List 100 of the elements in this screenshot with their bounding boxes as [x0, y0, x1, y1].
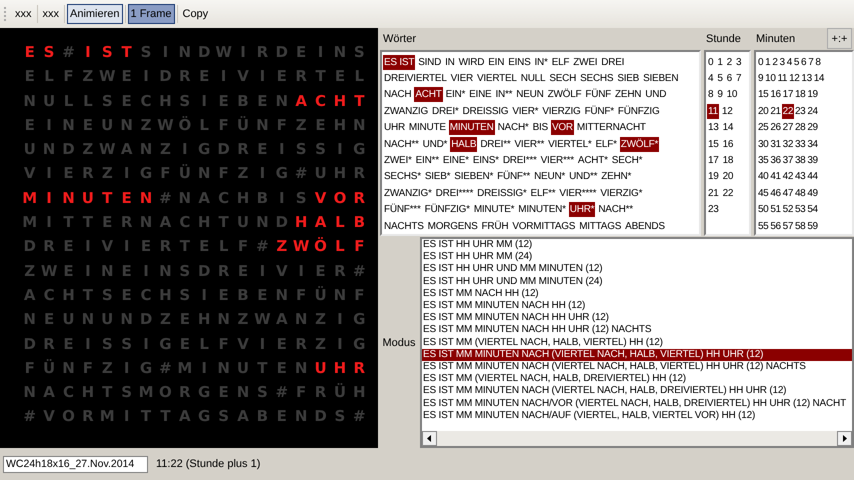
minute-number[interactable]: 35 [757, 153, 770, 168]
minute-number[interactable]: 34 [806, 136, 819, 152]
minute-number[interactable]: 29 [806, 120, 819, 136]
hour-number[interactable]: 18 [722, 153, 734, 168]
word-token[interactable]: ZWEI* [383, 153, 413, 168]
minute-number[interactable]: 5 [792, 54, 800, 70]
hour-number[interactable]: 22 [722, 186, 734, 201]
word-token[interactable]: WIRD [458, 54, 486, 70]
minute-number[interactable]: 44 [806, 169, 819, 184]
minute-number[interactable]: 56 [769, 218, 782, 234]
word-token[interactable]: VORMITTAGS [511, 218, 576, 234]
word-token[interactable]: ZWÖLF [546, 87, 582, 102]
mode-item[interactable]: ES IST MM NACH HH (12) [422, 288, 852, 300]
hour-number[interactable]: 1 [716, 54, 724, 70]
minute-number[interactable]: 31 [769, 136, 782, 152]
word-token[interactable]: EINE* [442, 153, 470, 168]
word-token[interactable]: DREI* [430, 104, 460, 119]
minute-number[interactable]: 13 [800, 71, 813, 86]
scroll-right-icon[interactable] [837, 431, 852, 446]
word-token[interactable]: VIER* [511, 104, 540, 119]
minute-number[interactable]: 11 [776, 71, 788, 86]
word-token[interactable]: EINS* [472, 153, 500, 168]
word-token[interactable]: ACHT [414, 87, 443, 102]
minute-number[interactable]: 40 [757, 169, 770, 184]
minute-number[interactable]: 45 [757, 186, 770, 201]
minute-number[interactable]: 9 [757, 71, 764, 86]
word-token[interactable]: SIEBEN [642, 71, 680, 86]
mode-item[interactable]: ES IST MM MINUTEN NACH (VIERTEL NACH, HALB, VIERTEL) HH UHR (12) NACHTS [422, 361, 852, 374]
word-token[interactable]: ZWANZIG* [383, 186, 433, 201]
toolbar-button[interactable]: Copy [180, 4, 212, 24]
word-token[interactable]: EINE [468, 87, 492, 102]
minute-number[interactable]: 1 [764, 54, 772, 70]
hour-number[interactable]: 9 [716, 87, 724, 102]
hour-number[interactable]: 13 [707, 120, 720, 136]
hour-number[interactable]: 23 [707, 202, 720, 218]
word-token[interactable]: VIER*** [540, 153, 575, 168]
word-token[interactable]: DREISSIG* [476, 186, 528, 201]
minute-number[interactable]: 41 [769, 169, 782, 184]
hour-number[interactable]: 17 [707, 153, 720, 168]
word-token[interactable]: DREI*** [502, 153, 538, 168]
word-token[interactable]: FÜNF*** [383, 202, 422, 218]
minute-number[interactable]: 58 [794, 218, 806, 234]
minute-number[interactable]: 12 [788, 71, 800, 86]
word-token[interactable]: ZEHN* [600, 169, 632, 184]
hour-number[interactable]: 19 [707, 169, 720, 184]
word-token[interactable]: DREI** [479, 136, 512, 152]
minute-number[interactable]: 15 [757, 87, 770, 102]
toolbar-button[interactable]: 1 Frame [128, 4, 174, 24]
hour-number[interactable]: 8 [707, 87, 714, 102]
word-token[interactable]: SIEB [616, 71, 640, 86]
minute-number[interactable]: 27 [782, 120, 794, 136]
minute-number[interactable]: 17 [782, 87, 794, 102]
word-token[interactable]: NEUN* [533, 169, 566, 184]
minute-number[interactable]: 10 [764, 71, 776, 86]
word-token[interactable]: SIEBEN* [453, 169, 494, 184]
word-token[interactable]: DREISSIG [462, 104, 510, 119]
minute-number[interactable]: 36 [769, 153, 782, 168]
minute-number[interactable]: 53 [794, 202, 806, 218]
minute-number[interactable]: 48 [794, 186, 806, 201]
word-token[interactable]: EIN** [414, 153, 440, 168]
grip-icon[interactable] [4, 7, 7, 21]
word-token[interactable]: ZWÖLF* [620, 136, 660, 152]
hour-number[interactable]: 14 [722, 120, 734, 136]
hour-number[interactable]: 12 [720, 104, 734, 119]
horizontal-scrollbar[interactable] [422, 431, 852, 446]
word-token[interactable]: VOR [550, 120, 574, 136]
minute-number[interactable]: 25 [757, 120, 770, 136]
scroll-left-icon[interactable] [422, 431, 437, 446]
mode-item[interactable]: ES IST MM MINUTEN NACH (VIERTEL NACH, HALB, VIERTEL) HH UHR (12) [422, 348, 852, 362]
word-token[interactable]: NACH* [496, 120, 530, 136]
minute-number[interactable]: 4 [786, 54, 793, 70]
word-token[interactable]: MITTAGS [578, 218, 622, 234]
minute-number[interactable]: 39 [806, 153, 819, 168]
word-token[interactable]: NACH** [383, 136, 420, 152]
word-token[interactable]: NACH** [597, 202, 634, 218]
hour-number[interactable]: 5 [716, 71, 724, 86]
minute-number[interactable]: 6 [800, 54, 808, 70]
word-token[interactable]: VIER [450, 71, 474, 86]
minute-number[interactable]: 18 [794, 87, 806, 102]
hour-number[interactable]: 20 [722, 169, 734, 184]
word-token[interactable]: ELF* [594, 136, 618, 152]
word-token[interactable]: HALB [450, 136, 478, 152]
mode-item[interactable]: ES IST MM (VIERTEL NACH, HALB, VIERTEL) HH (12) [422, 336, 852, 349]
word-token[interactable]: EINS [507, 54, 532, 70]
mode-item[interactable]: ES IST HH UHR MM (24) [422, 251, 852, 264]
word-token[interactable]: EIN [487, 54, 506, 70]
word-token[interactable]: VIERZIG [541, 104, 582, 119]
word-token[interactable]: MORGENS [426, 218, 479, 234]
minute-number[interactable]: 26 [769, 120, 782, 136]
word-token[interactable]: UND* [422, 136, 448, 152]
minute-number[interactable]: 32 [782, 136, 794, 152]
minute-number[interactable]: 33 [794, 136, 806, 152]
word-token[interactable]: IN** [494, 87, 514, 102]
word-token[interactable]: VIER**** [558, 186, 598, 201]
hour-number[interactable]: 21 [707, 186, 720, 201]
word-token[interactable]: SECH [548, 71, 578, 86]
word-token[interactable]: ZWANZIG [383, 104, 429, 119]
minute-number[interactable]: 37 [782, 153, 794, 168]
word-token[interactable]: VIERZIG* [599, 186, 644, 201]
word-token[interactable]: SECHS [579, 71, 614, 86]
